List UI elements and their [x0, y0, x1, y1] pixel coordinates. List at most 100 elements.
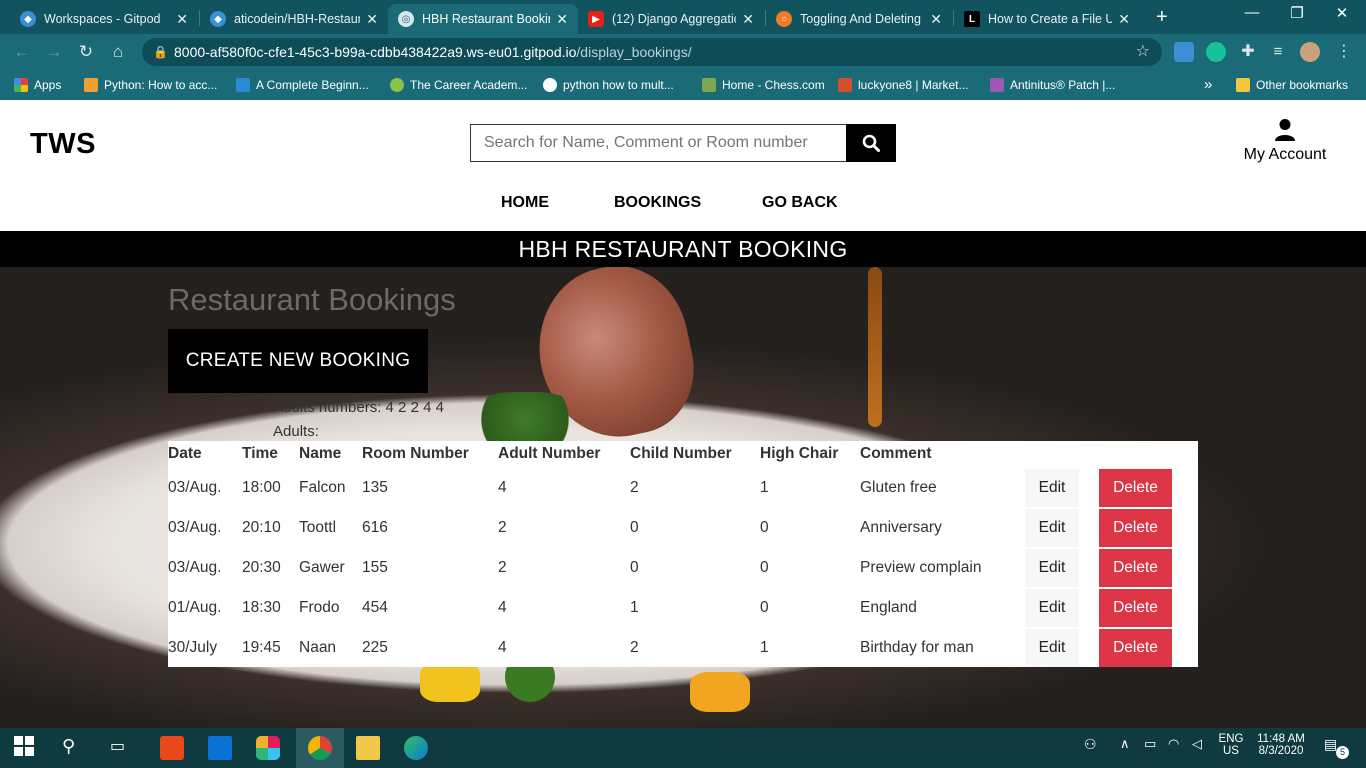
edit-button[interactable]: Edit: [1025, 549, 1079, 587]
clock[interactable]: 11:48 AM 8/3/2020: [1248, 733, 1314, 757]
nav-home[interactable]: HOME: [501, 194, 549, 212]
more-bookmarks-chevron[interactable]: »: [1204, 70, 1212, 100]
task-view-icon[interactable]: ▭: [110, 736, 134, 760]
chrome-icon: [308, 736, 332, 760]
nav-go-back[interactable]: GO BACK: [762, 194, 838, 212]
bookmark-label: python how to mult...: [563, 78, 674, 92]
time-cell: 18:00: [242, 479, 281, 496]
edit-button[interactable]: Edit: [1025, 509, 1079, 547]
delete-button[interactable]: Delete: [1099, 589, 1172, 627]
chess-pawn-icon: [702, 78, 716, 92]
delete-button[interactable]: Delete: [1099, 629, 1172, 667]
bookmark-python-multi[interactable]: python how to mult...: [543, 70, 674, 100]
gitpod-icon: ◆: [210, 11, 226, 27]
lock-icon: 🔒: [153, 45, 168, 59]
close-icon[interactable]: ✕: [366, 11, 378, 28]
room-number-cell: 225: [362, 639, 388, 656]
market-icon: [838, 78, 852, 92]
close-icon[interactable]: ✕: [176, 11, 188, 28]
edge-icon[interactable]: [404, 736, 428, 760]
column-header: Name: [299, 445, 342, 462]
tab-toggling-deleting[interactable]: ○ Toggling And Deleting ✕: [766, 4, 952, 34]
search-button[interactable]: [846, 124, 896, 162]
volume-icon[interactable]: ◁: [1192, 736, 1216, 760]
high-chair-cell: 1: [760, 479, 769, 496]
close-icon[interactable]: ✕: [556, 11, 568, 28]
create-booking-button[interactable]: CREATE NEW BOOKING: [168, 329, 428, 393]
edit-button[interactable]: Edit: [1025, 469, 1079, 507]
chrome-taskbar-button[interactable]: [296, 728, 344, 768]
bookmark-apps[interactable]: Apps: [14, 70, 61, 100]
tab-workspaces-gitpod[interactable]: ◆ Workspaces - Gitpod ✕: [10, 4, 198, 34]
browser-tab-bar: ◆ Workspaces - Gitpod ✕ ◆ aticodein/HBH-…: [0, 0, 1366, 34]
windows-start-icon[interactable]: [14, 736, 38, 760]
close-icon[interactable]: ✕: [1118, 11, 1130, 28]
wifi-icon[interactable]: ◠: [1168, 736, 1192, 760]
file-explorer-icon[interactable]: [356, 736, 380, 760]
mail-icon[interactable]: [208, 736, 232, 760]
gitpod-extension-icon[interactable]: [1174, 42, 1194, 62]
maximize-icon[interactable]: ❐: [1277, 4, 1317, 22]
office-icon[interactable]: [160, 736, 184, 760]
nav-bookings[interactable]: BOOKINGS: [614, 194, 701, 212]
edit-button[interactable]: Edit: [1025, 629, 1079, 667]
delete-button[interactable]: Delete: [1099, 469, 1172, 507]
forward-icon[interactable]: →: [42, 41, 66, 63]
time-cell: 20:30: [242, 559, 281, 576]
bookmark-luckyone8[interactable]: luckyone8 | Market...: [838, 70, 969, 100]
chevron-up-icon[interactable]: ∧: [1120, 736, 1144, 760]
extensions-puzzle-icon[interactable]: ✚: [1238, 42, 1258, 62]
notification-center-icon[interactable]: ▤ 5: [1324, 736, 1349, 760]
name-cell: Frodo: [299, 599, 340, 616]
tab-create-file-upload[interactable]: L How to Create a File Up ✕: [954, 4, 1140, 34]
bookmark-other-bookmarks[interactable]: Other bookmarks: [1236, 70, 1348, 100]
delete-button[interactable]: Delete: [1099, 549, 1172, 587]
adult-number-cell: 4: [498, 479, 507, 496]
close-icon[interactable]: ✕: [742, 11, 754, 28]
bookmark-career-academy[interactable]: The Career Academ...: [390, 70, 527, 100]
edit-button[interactable]: Edit: [1025, 589, 1079, 627]
bookings-table: Date Time Name Room Number Adult Number …: [168, 441, 1198, 667]
language-indicator[interactable]: ENG US: [1214, 733, 1248, 757]
reload-icon[interactable]: ↻: [74, 41, 98, 63]
tab-label: (12) Django Aggregatio: [612, 12, 737, 26]
bookmark-complete-beginner[interactable]: A Complete Beginn...: [236, 70, 369, 100]
tab-hbh-restaurant-booking[interactable]: ◎ HBH Restaurant Bookin ✕: [388, 4, 578, 34]
bookmark-python-how[interactable]: Python: How to acc...: [84, 70, 217, 100]
close-window-icon[interactable]: ✕: [1322, 4, 1362, 22]
column-header: Adult Number: [498, 445, 601, 462]
high-chair-cell: 0: [760, 519, 769, 536]
slack-icon[interactable]: [256, 736, 280, 760]
s-logo-icon: [236, 78, 250, 92]
close-icon[interactable]: ✕: [930, 11, 942, 28]
delete-button[interactable]: Delete: [1099, 509, 1172, 547]
web-page: TWS My Account HOME BOOKINGS GO BACK HBH…: [0, 102, 1366, 728]
python-icon: [84, 78, 98, 92]
site-logo[interactable]: TWS: [30, 128, 96, 161]
adult-number-cell: 4: [498, 639, 507, 656]
grammarly-icon[interactable]: [1206, 42, 1226, 62]
bookmark-chess[interactable]: Home - Chess.com: [702, 70, 825, 100]
avatar[interactable]: [1300, 42, 1320, 62]
menu-kebab-icon[interactable]: ⋮: [1334, 42, 1354, 62]
minimize-icon[interactable]: —: [1232, 4, 1272, 21]
image-detail: [470, 392, 580, 447]
bookmark-antinitus[interactable]: Antinitus® Patch |...: [990, 70, 1115, 100]
column-header: Date: [168, 445, 202, 462]
search-input[interactable]: [470, 124, 847, 162]
tab-hbh-repo[interactable]: ◆ aticodein/HBH-Restaura ✕: [200, 4, 388, 34]
bookmark-label: Home - Chess.com: [722, 78, 825, 92]
battery-icon[interactable]: ▭: [1144, 736, 1168, 760]
tab-django-aggregation[interactable]: ▶ (12) Django Aggregatio ✕: [578, 4, 764, 34]
address-bar[interactable]: 🔒 8000-af580f0c-cfe1-45c3-b99a-cdbb43842…: [142, 38, 1162, 66]
language-code: ENG: [1218, 733, 1244, 745]
search-icon[interactable]: ⚲: [62, 736, 86, 760]
back-icon[interactable]: ←: [10, 41, 34, 63]
my-account-link[interactable]: My Account: [1236, 118, 1334, 164]
home-icon[interactable]: ⌂: [106, 41, 130, 63]
people-icon[interactable]: ⚇: [1084, 736, 1108, 760]
reading-list-icon[interactable]: ≡: [1268, 42, 1288, 62]
new-tab-button[interactable]: +: [1156, 6, 1168, 29]
bookmark-star-icon[interactable]: ☆: [1136, 38, 1150, 66]
child-number-cell: 0: [630, 559, 639, 576]
